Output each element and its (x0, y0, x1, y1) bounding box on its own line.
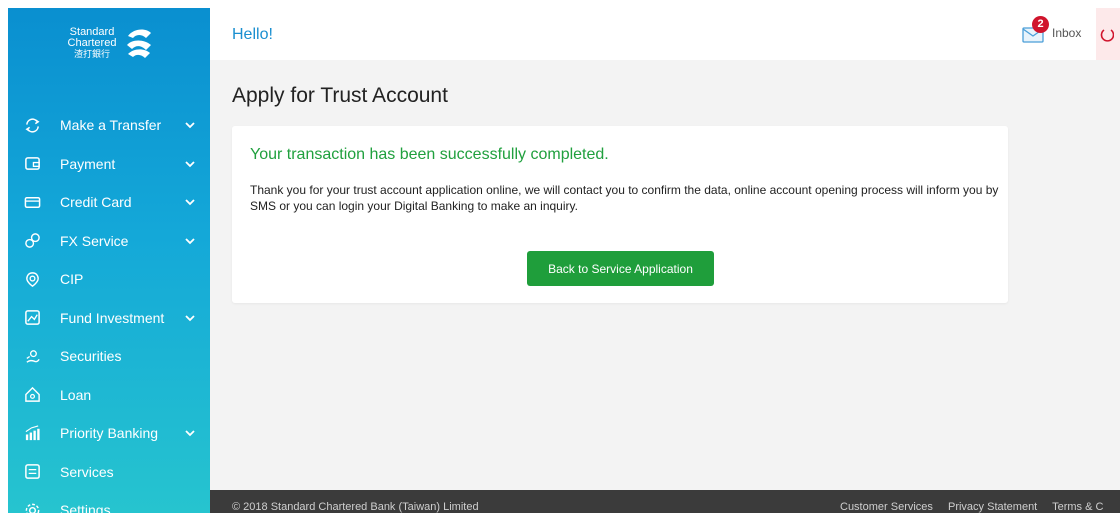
sidebar-item-cip[interactable]: CIP (8, 260, 210, 299)
transfer-icon (23, 116, 41, 134)
fund-icon (23, 309, 41, 327)
footer-link-privacy-statement[interactable]: Privacy Statement (948, 501, 1037, 513)
chevron-down-icon (185, 237, 195, 244)
chevron-down-icon (185, 314, 195, 321)
page-title: Apply for Trust Account (232, 84, 448, 107)
sidebar-item-label: Settings (60, 502, 111, 513)
inbox-count-badge: 2 (1032, 16, 1049, 33)
mail-icon: 2 (1022, 16, 1049, 44)
cip-icon (23, 270, 41, 288)
brand-logo[interactable]: Standard Chartered 渣打銀行 (64, 22, 164, 64)
chevron-down-icon (185, 122, 195, 129)
footer-link-customer-services[interactable]: Customer Services (840, 501, 933, 513)
logout-button[interactable] (1096, 8, 1120, 60)
sidebar-item-label: Services (60, 463, 114, 480)
payment-icon (23, 155, 41, 173)
credit-card-icon (23, 193, 41, 211)
sidebar-item-label: CIP (60, 271, 84, 288)
inbox-button[interactable]: 2 Inbox (1022, 16, 1082, 44)
sidebar-item-securities[interactable]: Securities (8, 337, 210, 376)
brand-logo-text: Standard Chartered 渣打銀行 (64, 25, 120, 60)
back-to-service-application-button[interactable]: Back to Service Application (527, 251, 714, 286)
loan-icon (23, 386, 41, 404)
success-message: Your transaction has been successfully c… (250, 146, 609, 163)
sidebar-item-priority-banking[interactable]: Priority Banking (8, 414, 210, 453)
chevron-down-icon (185, 430, 195, 437)
brand-mark-icon (127, 29, 151, 58)
sidebar-nav: Make a Transfer Payment Credit Card FX S… (8, 106, 210, 513)
top-strip (0, 0, 1120, 8)
main-content: Apply for Trust Account Your transaction… (210, 60, 1120, 490)
services-icon (23, 463, 41, 481)
sidebar-item-loan[interactable]: Loan (8, 376, 210, 415)
chevron-down-icon (185, 160, 195, 167)
greeting: Hello! (232, 26, 273, 43)
sidebar-item-label: Securities (60, 348, 122, 365)
power-icon (1100, 29, 1114, 42)
copyright-text: © 2018 Standard Chartered Bank (Taiwan) … (232, 501, 479, 513)
sidebar-item-credit-card[interactable]: Credit Card (8, 183, 210, 222)
sidebar-item-label: Loan (60, 386, 92, 403)
footer-links: Customer Services Privacy Statement Term… (840, 501, 1115, 513)
fx-icon (23, 232, 41, 250)
confirmation-card: Your transaction has been successfully c… (232, 126, 1008, 303)
brand-line2: Chartered (67, 36, 117, 49)
chevron-down-icon (185, 199, 195, 206)
settings-icon (23, 501, 41, 513)
sidebar-item-make-a-transfer[interactable]: Make a Transfer (8, 106, 210, 145)
securities-icon (23, 347, 41, 365)
brand-line1: Standard (69, 25, 115, 38)
confirmation-text: Thank you for your trust account applica… (250, 183, 999, 213)
sidebar: Standard Chartered 渣打銀行 Make a Transfer … (8, 8, 210, 513)
sidebar-item-fx-service[interactable]: FX Service (8, 222, 210, 261)
sidebar-item-settings[interactable]: Settings (8, 491, 210, 513)
sidebar-item-payment[interactable]: Payment (8, 145, 210, 184)
footer: © 2018 Standard Chartered Bank (Taiwan) … (210, 490, 1120, 513)
inbox-label: Inbox (1052, 26, 1082, 40)
priority-banking-icon (23, 424, 41, 442)
sidebar-item-services[interactable]: Services (8, 453, 210, 492)
sidebar-item-fund-investment[interactable]: Fund Investment (8, 299, 210, 338)
header: Hello! 2 Inbox (210, 8, 1120, 60)
brand-line3: 渣打銀行 (73, 48, 110, 59)
footer-link-terms[interactable]: Terms & C (1052, 501, 1103, 513)
